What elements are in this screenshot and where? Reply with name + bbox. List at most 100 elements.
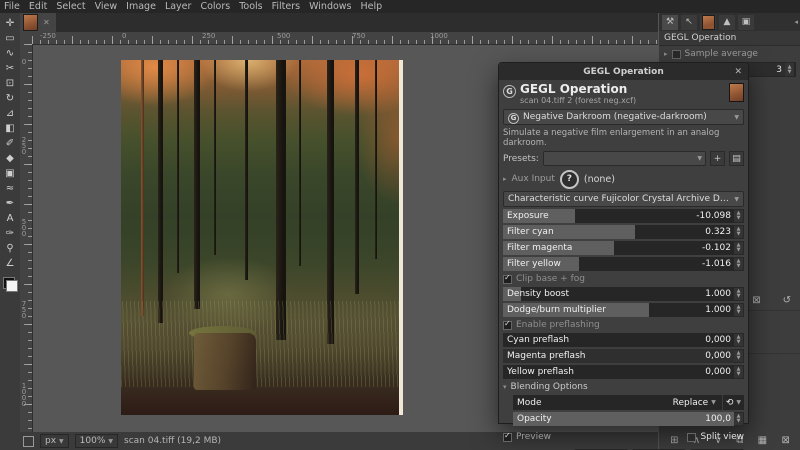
image-tab-thumbnail (23, 14, 38, 31)
menu-edit[interactable]: Edit (29, 1, 47, 12)
ink-tool-icon[interactable]: ✑ (2, 226, 18, 241)
spin-buttons[interactable]: ▲ ▼ (734, 257, 744, 271)
spin-buttons[interactable]: ▲ ▼ (734, 225, 744, 239)
spin-buttons[interactable]: ▲ ▼ (734, 349, 744, 363)
pointer-tab-icon[interactable]: ↖ (681, 14, 697, 30)
airbrush-tool-icon[interactable]: ◆ (2, 151, 18, 166)
text-tool-icon[interactable]: A (2, 211, 18, 226)
gimp-window: File Edit Select View Image Layer Colors… (0, 0, 800, 450)
chevron-down-icon: ▼ (734, 113, 739, 121)
shear-tool-icon[interactable]: ⊿ (2, 106, 18, 121)
slider-yellow-preflash[interactable]: Yellow preflash 0,000 ▲ ▼ (503, 365, 744, 379)
image-dock-tab[interactable] (700, 14, 716, 30)
close-icon[interactable]: ✕ (734, 63, 742, 80)
paintbrush-tool-icon[interactable]: ✐ (2, 136, 18, 151)
toolbox: ✛ ▭ ∿ ✂ ⊡ ↻ ⊿ ◧ ✐ ◆ ▣ ≈ ✒ A ✑ ⚲ ∠ (0, 13, 20, 450)
bucket-fill-tool-icon[interactable]: ◧ (2, 121, 18, 136)
spin-buttons[interactable]: ▲ ▼ (734, 287, 744, 301)
move-tool-icon[interactable]: ✛ (2, 16, 18, 31)
paths-tool-icon[interactable]: ✒ (2, 196, 18, 211)
menu-colors[interactable]: Colors (200, 1, 230, 12)
image-tab[interactable]: ✕ (20, 13, 56, 32)
sample-average-row[interactable]: ▸ Sample average (659, 46, 800, 62)
blend-space-icon[interactable]: ⟲ (726, 398, 734, 408)
slider-filter-magenta[interactable]: Filter magenta -0.102 ▲ ▼ (503, 241, 744, 255)
reset-tool-icon[interactable]: ↺ (783, 295, 791, 306)
spin-buttons[interactable]: ▲ ▼ (785, 62, 795, 77)
expander-icon: ▾ (503, 383, 507, 391)
unit-select[interactable]: px ▼ (40, 434, 69, 448)
zoom-select[interactable]: 100% ▼ (74, 434, 119, 448)
dock-menu-icon[interactable]: ◂ (794, 18, 798, 26)
slider-exposure[interactable]: Exposure -10.098 ▲ ▼ (503, 209, 744, 223)
slider-dodge-burn[interactable]: Dodge/burn multiplier 1.000 ▲ ▼ (503, 303, 744, 317)
chevron-down-icon: ▼ (711, 399, 716, 406)
zoom-tool-icon[interactable]: ⚲ (2, 241, 18, 256)
operation-select[interactable]: G Negative Darkroom (negative-darkroom) … (503, 109, 744, 125)
slider-density-boost[interactable]: Density boost 1.000 ▲ ▼ (503, 287, 744, 301)
slider-filter-cyan[interactable]: Filter cyan 0.323 ▲ ▼ (503, 225, 744, 239)
brushes-tab-icon[interactable]: ▣ (738, 14, 754, 30)
menu-windows[interactable]: Windows (309, 1, 351, 12)
measure-tool-icon[interactable]: ∠ (2, 256, 18, 271)
split-view-checkbox[interactable] (687, 432, 697, 442)
menu-select[interactable]: Select (56, 1, 85, 12)
delete-settings-icon[interactable]: ⊠ (752, 295, 760, 306)
slider-opacity[interactable]: Opacity 100,0 ▲ ▼ (513, 412, 744, 426)
scissors-select-tool-icon[interactable]: ✂ (2, 61, 18, 76)
preview-toggle[interactable]: Preview (503, 431, 551, 442)
ruler-label: 500 (277, 32, 291, 40)
tab-close-icon[interactable]: ✕ (43, 18, 50, 27)
image-thumbnail (701, 14, 715, 30)
rectangle-select-tool-icon[interactable]: ▭ (2, 31, 18, 46)
enable-preflashing-toggle[interactable]: Enable preflashing (503, 319, 744, 331)
manage-presets-icon[interactable]: ▤ (729, 151, 744, 166)
spin-buttons[interactable]: ▲ ▼ (734, 241, 744, 255)
menu-layer[interactable]: Layer (165, 1, 192, 12)
expander-icon[interactable]: ▸ (503, 175, 507, 183)
clip-base-fog-toggle[interactable]: Clip base + fog (503, 273, 744, 285)
tool-options-tab-icon[interactable]: ⚒ (662, 14, 678, 30)
menu-tools[interactable]: Tools (239, 1, 262, 12)
fg-bg-color-swatch[interactable] (2, 277, 18, 292)
spin-buttons[interactable]: ▲ ▼ (734, 365, 744, 379)
clip-checkbox[interactable] (503, 273, 512, 284)
free-select-tool-icon[interactable]: ∿ (2, 46, 18, 61)
dialog-subtitle: scan 04.tiff 2 (forest neg.xcf) (520, 96, 637, 106)
slider-magenta-preflash[interactable]: Magenta preflash 0,000 ▲ ▼ (503, 349, 744, 363)
menu-image[interactable]: Image (126, 1, 156, 12)
spin-buttons[interactable]: ▲ ▼ (734, 209, 744, 223)
tree-stump (194, 333, 257, 391)
menu-help[interactable]: Help (361, 1, 383, 12)
spin-buttons[interactable]: ▲ ▼ (734, 333, 744, 347)
background-color[interactable] (5, 280, 18, 292)
blending-options-expander[interactable]: ▾ Blending Options (503, 381, 744, 393)
spin-buttons[interactable]: ▲ ▼ (734, 412, 744, 426)
smudge-tool-icon[interactable]: ≈ (2, 181, 18, 196)
sample-average-checkbox[interactable] (671, 49, 681, 59)
preview-checkbox[interactable] (503, 431, 512, 442)
aux-input-drop-target[interactable]: ? (559, 169, 579, 189)
vertical-ruler: 0 250 500 750 1000 (20, 44, 33, 432)
quick-mask-toggle[interactable] (23, 435, 34, 447)
rotate-tool-icon[interactable]: ↻ (2, 91, 18, 106)
menu-view[interactable]: View (95, 1, 118, 12)
clone-tool-icon[interactable]: ▣ (2, 166, 18, 181)
merge-layer-icon[interactable]: ▦ (758, 435, 767, 446)
forest-photo[interactable] (121, 60, 403, 415)
slider-cyan-preflash[interactable]: Cyan preflash 0,000 ▲ ▼ (503, 333, 744, 347)
menu-filters[interactable]: Filters (272, 1, 300, 12)
characteristic-curve-select[interactable]: Characteristic curve Fujicolor Crystal A… (503, 191, 744, 207)
spin-buttons[interactable]: ▲ ▼ (734, 303, 744, 317)
dialog-titlebar[interactable]: GEGL Operation ✕ (499, 63, 748, 80)
split-view-toggle[interactable]: Split view (687, 432, 744, 442)
menu-file[interactable]: File (4, 1, 20, 12)
delete-layer-icon[interactable]: ⊠ (781, 435, 789, 446)
add-preset-button[interactable]: + (710, 151, 725, 166)
slider-filter-yellow[interactable]: Filter yellow -1.016 ▲ ▼ (503, 257, 744, 271)
preflash-checkbox[interactable] (503, 319, 512, 330)
presets-select[interactable]: ▼ (542, 151, 706, 166)
mode-select[interactable]: Mode Replace ▼ ⟲ ▼ (513, 395, 744, 410)
crop-tool-icon[interactable]: ⊡ (2, 76, 18, 91)
histogram-tab-icon[interactable]: ▲ (719, 14, 735, 30)
